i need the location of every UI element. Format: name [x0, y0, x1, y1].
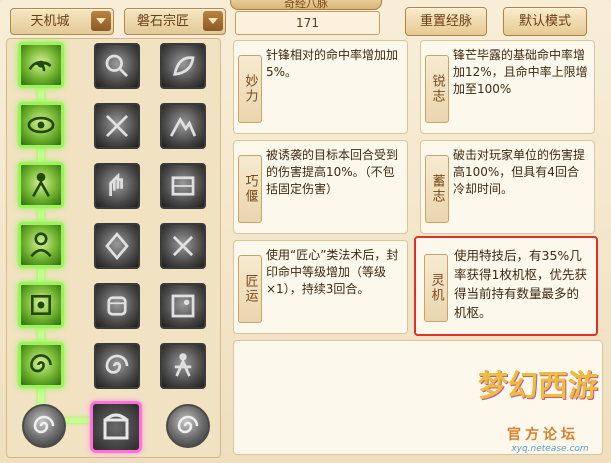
meridian-node-5[interactable]	[18, 282, 64, 328]
node-link	[38, 88, 44, 102]
brick-wall-icon	[171, 176, 195, 196]
talent-name: 妙力	[238, 55, 262, 123]
reset-meridian-button[interactable]: 重置经脉	[405, 7, 487, 36]
talent-name: 锐志	[425, 55, 449, 123]
leaf-icon	[173, 56, 195, 76]
node-link	[38, 268, 44, 282]
talent-card-miaoli[interactable]: 妙力 针锋相对的命中率增加加5%。	[233, 40, 408, 134]
meridian-node-6[interactable]	[18, 342, 64, 388]
meridian-node-map[interactable]	[160, 283, 206, 329]
figure-icon	[32, 172, 50, 197]
branch-dropdown[interactable]: 磐石宗匠	[124, 8, 226, 35]
talent-name: 灵机	[424, 254, 448, 322]
gear-block-icon	[31, 295, 51, 315]
meridian-node-swords[interactable]	[160, 223, 206, 269]
chevron-down-icon[interactable]	[91, 11, 111, 31]
meridian-node-magnify[interactable]	[94, 43, 140, 89]
crystal-icon	[105, 232, 129, 260]
talent-description: 锋芒毕露的基础命中率增加12%，且命中率上限增加至100%	[453, 48, 588, 96]
spiral-orb-left[interactable]	[22, 404, 66, 448]
talent-description: 被诱袭的目标本回合受到的伤害提高10%。（不包括固定伤害）	[266, 148, 399, 196]
talent-card-ruizhi[interactable]: 锐志 锋芒毕露的基础命中率增加12%，且命中率上限增加至100%	[420, 40, 595, 134]
talent-card-jiangyun[interactable]: 匠运 使用“匠心”类法术后，封印命中等级增加（等级×1），持续3回合。	[233, 240, 408, 334]
meridian-node-mountain[interactable]	[160, 103, 206, 149]
eye-icon	[27, 116, 55, 134]
spiral-orb-icon	[33, 415, 55, 434]
meridian-node-crystal[interactable]	[94, 223, 140, 269]
talent-description: 使用“匠心”类法术后，封印命中等级增加（等级×1），持续3回合。	[266, 248, 399, 296]
school-dropdown[interactable]: 天机城	[10, 8, 114, 35]
branch-dropdown-value: 磐石宗匠	[136, 14, 189, 29]
meridian-node-2[interactable]	[18, 102, 64, 148]
talent-description: 针锋相对的命中率增加加5%。	[266, 48, 399, 79]
talent-name: 蓄志	[425, 155, 449, 223]
talent-description: 破击对玩家单位的伤害提高100%，但具有4回合冷却时间。	[453, 148, 586, 196]
magnifier-icon	[105, 54, 129, 78]
fist-icon	[107, 296, 127, 316]
guardian-icon	[30, 232, 52, 258]
meridian-node-1[interactable]	[18, 42, 64, 88]
meridian-node-wall[interactable]	[160, 163, 206, 209]
warrior-icon	[174, 353, 192, 377]
forum-url: xyq.netease.com	[511, 444, 589, 454]
swirl-cloud-icon	[28, 60, 52, 72]
crossed-swords-icon	[172, 235, 194, 257]
forum-label: 官方论坛	[507, 427, 579, 443]
talent-card-qiaoyan[interactable]: 巧偃 被诱袭的目标本回合受到的伤害提高10%。（不包括固定伤害）	[233, 140, 408, 234]
meridian-node-hand[interactable]	[94, 163, 140, 209]
spiral-orb-icon	[177, 415, 199, 434]
talent-card-xuzhi[interactable]: 蓄志 破击对玩家单位的伤害提高100%，但具有4回合冷却时间。	[420, 140, 595, 234]
selected-chest-node[interactable]	[90, 401, 142, 453]
school-dropdown-value: 天机城	[30, 14, 70, 29]
node-link	[38, 148, 44, 162]
chevron-down-icon[interactable]	[203, 11, 223, 31]
meridian-node-warrior[interactable]	[160, 343, 206, 389]
meridian-node-4[interactable]	[18, 222, 64, 268]
talent-name: 匠运	[238, 255, 262, 323]
talent-card-lingji[interactable]: 灵机 使用特技后，有35%几率获得1枚机枢，优先获得当前持有数量最多的机枢。	[414, 236, 598, 336]
window-title: 奇经八脉	[230, 0, 382, 10]
talent-name: 巧偃	[238, 155, 262, 223]
hand-icon	[109, 172, 123, 197]
chest-icon	[103, 413, 129, 440]
mountain-icon	[169, 116, 197, 137]
node-link	[38, 208, 44, 222]
spiral-icon	[30, 354, 52, 373]
meridian-node-3[interactable]	[18, 162, 64, 208]
meridian-node-vortex[interactable]	[94, 343, 140, 389]
vortex-icon	[105, 354, 129, 374]
default-mode-button[interactable]: 默认模式	[503, 7, 587, 36]
node-link	[38, 328, 44, 342]
meridian-node-chains[interactable]	[94, 103, 140, 149]
map-icon	[171, 294, 195, 318]
meridian-node-fist[interactable]	[94, 283, 140, 329]
points-value: 171	[235, 11, 380, 35]
chains-icon	[105, 114, 129, 138]
meridian-node-leaf[interactable]	[160, 43, 206, 89]
spiral-orb-right[interactable]	[166, 404, 210, 448]
talent-description: 使用特技后，有35%几率获得1枚机枢，优先获得当前持有数量最多的机枢。	[454, 248, 587, 320]
